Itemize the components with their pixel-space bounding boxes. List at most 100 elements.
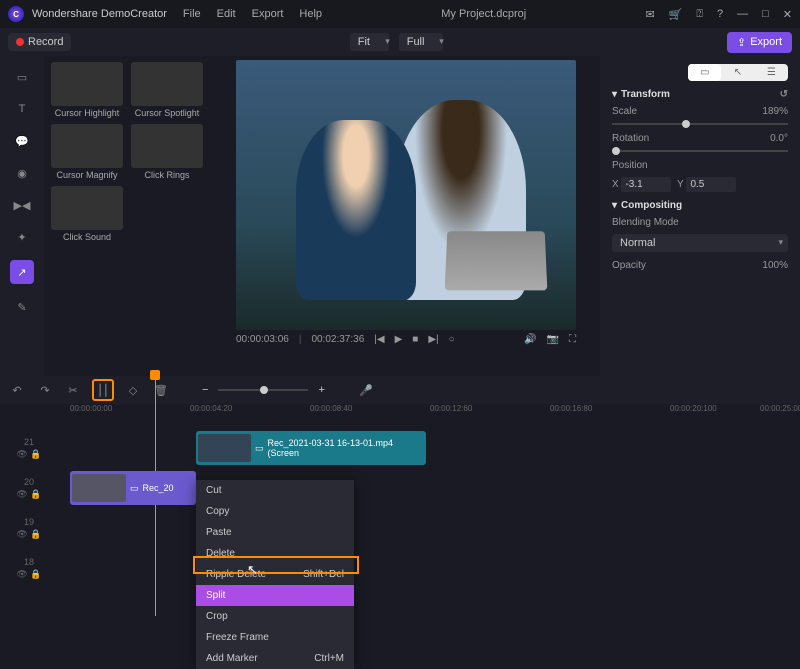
text-icon[interactable]: T	[13, 100, 31, 118]
track-21[interactable]: 21👁 🔒 ▭Rec_2021-03-31 16-13-01.mp4 (Scre…	[0, 428, 800, 468]
record-button[interactable]: Record	[8, 33, 71, 51]
ctx-ripple-delete[interactable]: Ripple DeleteShift+Del	[196, 564, 354, 585]
project-name: My Project.dcproj	[330, 8, 637, 20]
section-transform[interactable]: ▾ Transform↺	[612, 89, 788, 100]
eye-icon[interactable]: 👁 🔒	[16, 489, 41, 500]
cart-icon[interactable]: 🛒	[669, 8, 683, 21]
cursor-icon[interactable]: ↗	[10, 260, 34, 284]
eye-icon[interactable]: 👁 🔒	[16, 529, 41, 540]
track-19[interactable]: 19👁 🔒	[0, 508, 800, 548]
marker-icon[interactable]: ◇	[124, 381, 142, 399]
clip-screen-recording[interactable]: ▭Rec_2021-03-31 16-13-01.mp4 (Screen	[196, 431, 426, 465]
scale-slider[interactable]	[612, 123, 788, 125]
thumb-cursor-spotlight[interactable]: Cursor Spotlight	[130, 62, 204, 118]
mail-icon[interactable]: ✉	[645, 8, 654, 21]
annotation-icon[interactable]: ◉	[13, 164, 31, 182]
app-logo-icon: C	[8, 6, 24, 22]
undo-icon[interactable]: ↶	[8, 381, 26, 399]
split-tool-icon[interactable]: ⎮⎮	[92, 379, 114, 401]
close-icon[interactable]: ✕	[783, 8, 792, 21]
section-compositing[interactable]: ▾ Compositing	[612, 200, 788, 211]
track-20[interactable]: 20👁 🔒 ▭Rec_20	[0, 468, 800, 508]
zoom-minus-icon[interactable]: −	[202, 384, 208, 396]
thumb-click-rings[interactable]: Click Rings	[130, 124, 204, 180]
maximize-icon[interactable]: □	[762, 8, 769, 21]
help-icon[interactable]: ?	[717, 8, 723, 21]
minimize-icon[interactable]: —	[737, 8, 748, 21]
volume-icon[interactable]: 🔊	[524, 334, 536, 345]
position-y-input[interactable]	[686, 177, 736, 192]
zoom-slider[interactable]	[218, 389, 308, 391]
ctx-cut[interactable]: Cut	[196, 480, 354, 501]
blend-mode-dropdown[interactable]: Normal	[612, 234, 788, 252]
ctx-add-marker[interactable]: Add MarkerCtrl+M	[196, 648, 354, 669]
clip-webcam[interactable]: ▭Rec_20	[70, 471, 196, 505]
ctx-copy[interactable]: Copy	[196, 501, 354, 522]
full-dropdown[interactable]: Full	[399, 33, 443, 51]
loop-icon[interactable]: ○	[449, 334, 455, 345]
snapshot-icon[interactable]: 📷	[547, 334, 559, 345]
thumb-cursor-magnify[interactable]: Cursor Magnify	[50, 124, 124, 180]
caption-icon[interactable]: 💬	[13, 132, 31, 150]
rotation-slider[interactable]	[612, 150, 788, 152]
timeline-toolbar: ↶ ↷ ✂ ⎮⎮ ◇ 🗑 − + 🎤	[0, 376, 800, 404]
properties-panel: ▭ ↖ ☰ ▾ Transform↺ Scale189% Rotation0.0…	[600, 56, 800, 376]
topbar: Record Fit Full ⇪ Export	[0, 28, 800, 56]
library-panel: Cursor Highlight Cursor Spotlight Cursor…	[44, 56, 212, 376]
titlebar: C Wondershare DemoCreator File Edit Expo…	[0, 0, 800, 28]
menu-file[interactable]: File	[183, 8, 201, 20]
play-icon[interactable]: ▶	[395, 334, 403, 345]
zoom-plus-icon[interactable]: +	[318, 384, 324, 396]
app-name: Wondershare DemoCreator	[32, 8, 167, 20]
tab-video-icon[interactable]: ▭	[688, 64, 721, 81]
ctx-crop[interactable]: Crop	[196, 606, 354, 627]
ctx-split[interactable]: Split	[196, 585, 354, 606]
ctx-paste[interactable]: Paste	[196, 522, 354, 543]
crop-tool-icon[interactable]: ✂	[64, 381, 82, 399]
thumb-cursor-highlight[interactable]: Cursor Highlight	[50, 62, 124, 118]
time-total: 00:02:37:36	[311, 334, 364, 345]
reset-transform-icon[interactable]: ↺	[780, 89, 788, 100]
user-icon[interactable]: ⍰	[696, 8, 703, 21]
preview-controls: 00:00:03:06 | 00:02:37:36 |◀ ▶ ■ ▶| ○ 🔊 …	[236, 330, 576, 349]
tab-cursor-icon[interactable]: ↖	[721, 64, 754, 81]
timeline-ruler[interactable]: 00:00:00:00 00:00:04:20 00:00:08:40 00:0…	[0, 404, 800, 428]
eye-icon[interactable]: 👁 🔒	[16, 569, 41, 580]
rotation-value: 0.0°	[770, 133, 788, 144]
scale-value: 189%	[762, 106, 788, 117]
brush-icon[interactable]: ✎	[13, 298, 31, 316]
track-18[interactable]: 18👁 🔒	[0, 548, 800, 588]
ctx-delete[interactable]: Delete	[196, 543, 354, 564]
context-menu: Cut Copy Paste Delete Ripple DeleteShift…	[196, 480, 354, 669]
export-button[interactable]: ⇪ Export	[727, 32, 792, 53]
effects-icon[interactable]: ✦	[13, 228, 31, 246]
thumb-click-sound[interactable]: Click Sound	[50, 186, 124, 242]
preview-video[interactable]	[236, 60, 576, 330]
fullscreen-icon[interactable]: ⛶	[569, 334, 576, 345]
menu-help[interactable]: Help	[299, 8, 322, 20]
tab-audio-icon[interactable]: ☰	[755, 64, 788, 81]
library-icon[interactable]: ▭	[13, 68, 31, 86]
mic-icon[interactable]: 🎤	[357, 381, 375, 399]
prev-frame-icon[interactable]: |◀	[374, 334, 384, 345]
mouse-cursor-icon: ↖	[247, 562, 258, 578]
position-x-input[interactable]	[621, 177, 671, 192]
window-controls: ✉ 🛒 ⍰ ? — □ ✕	[645, 8, 792, 21]
preview-panel: 00:00:03:06 | 00:02:37:36 |◀ ▶ ■ ▶| ○ 🔊 …	[212, 56, 600, 376]
props-tabs: ▭ ↖ ☰	[688, 64, 788, 81]
position-row: Position	[612, 160, 788, 171]
opacity-value: 100%	[762, 260, 788, 271]
ctx-freeze-frame[interactable]: Freeze Frame	[196, 627, 354, 648]
time-current: 00:00:03:06	[236, 334, 289, 345]
stop-icon[interactable]: ■	[412, 334, 418, 345]
next-frame-icon[interactable]: ▶|	[428, 334, 438, 345]
fit-dropdown[interactable]: Fit	[350, 33, 389, 51]
menu-export[interactable]: Export	[252, 8, 284, 20]
menu-edit[interactable]: Edit	[217, 8, 236, 20]
export-icon: ⇪	[737, 36, 746, 49]
eye-icon[interactable]: 👁 🔒	[16, 449, 41, 460]
redo-icon[interactable]: ↷	[36, 381, 54, 399]
main-area: ▭ T 💬 ◉ ▶◀ ✦ ↗ ✎ Cursor Highlight Cursor…	[0, 56, 800, 376]
transition-icon[interactable]: ▶◀	[13, 196, 31, 214]
main-menu: File Edit Export Help	[183, 8, 322, 20]
